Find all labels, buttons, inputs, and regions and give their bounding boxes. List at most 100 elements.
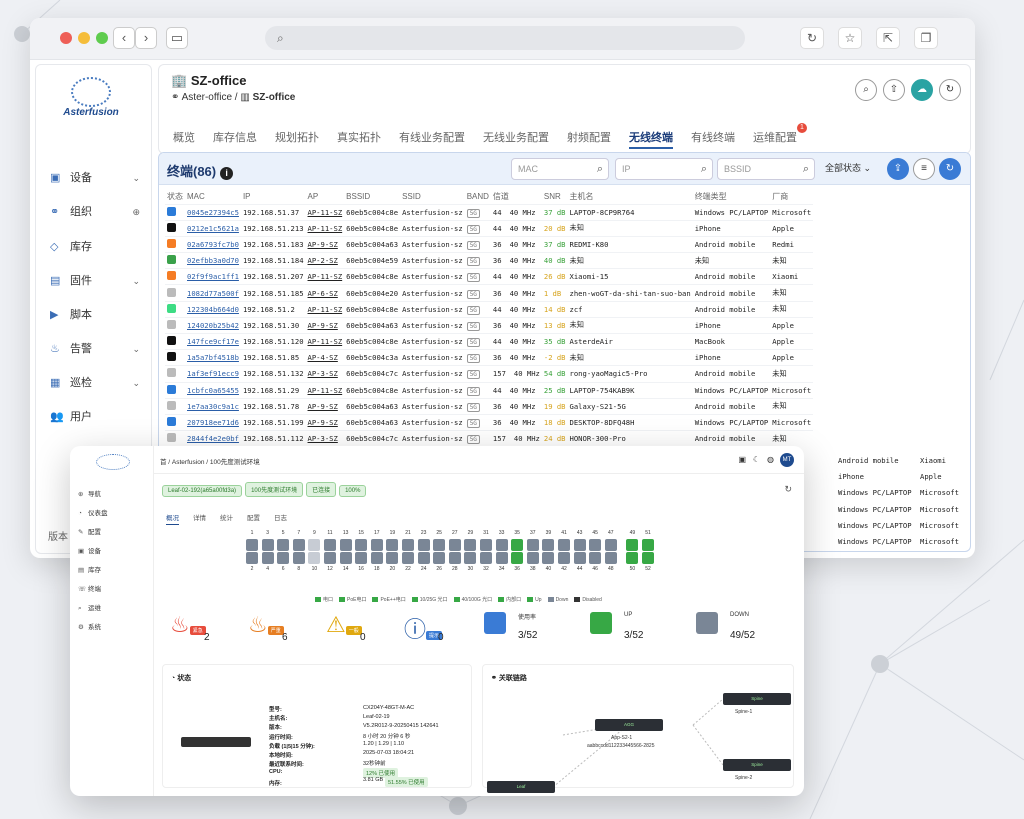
filter-icon[interactable]: ≡ [913, 158, 935, 180]
switch-sidebar-item[interactable]: ⌕ 运维 [78, 602, 101, 613]
table-row[interactable]: 1082d77a500f 192.168.51.185 AP-6-SZ 60eb5c0… [165, 284, 814, 302]
sidebar-item-devices[interactable]: ▣ 设备 ⌄ [50, 169, 140, 187]
switch-port[interactable] [604, 539, 617, 551]
column-header[interactable]: SSID [400, 189, 465, 204]
switch-port[interactable] [642, 539, 654, 551]
search-icon[interactable]: ⌕ [701, 159, 707, 179]
spine-node[interactable]: Spine [723, 759, 791, 771]
column-header[interactable]: 状态 [165, 189, 185, 204]
major-alarm-card[interactable]: ♨ 严重 6 [248, 612, 308, 654]
switch-port[interactable] [370, 552, 383, 564]
port-up-card[interactable]: UP 3/52 [590, 612, 680, 654]
tab-wireless-clients[interactable]: 无线终端 [629, 127, 673, 149]
sidebar-item-org[interactable]: ⚭ 组织 ⊕ [50, 203, 140, 221]
port-usage-card[interactable]: 使用率 3/52 [484, 612, 574, 654]
tab-logs[interactable]: 日志 [274, 515, 287, 522]
table-row[interactable]: 122304b664d0 192.168.51.2 AP-11-SZ 60eb5c00… [165, 300, 814, 318]
switch-port[interactable] [626, 552, 639, 564]
column-header[interactable]: 主机名 [568, 189, 693, 204]
mac-cell-value[interactable]: 0045e27394c5 [187, 208, 239, 217]
column-header[interactable]: 终端类型 [693, 189, 771, 204]
copy-icon[interactable]: ❐ [914, 27, 938, 49]
search-icon[interactable]: ⌕ [803, 159, 809, 179]
switch-port[interactable] [261, 552, 274, 564]
mac-cell-value[interactable]: 02f9f9ac1ff1 [187, 272, 239, 281]
switch-sidebar-item[interactable]: ◔ 仪表盘 [78, 507, 108, 517]
switch-port[interactable] [558, 539, 570, 551]
switch-port[interactable] [448, 539, 461, 551]
column-header[interactable]: BAND [465, 189, 491, 204]
switch-port[interactable] [308, 539, 321, 551]
minor-alarm-card[interactable]: ⚠ 一般 0 [326, 612, 386, 654]
address-bar[interactable]: ⌕ [265, 26, 745, 50]
switch-sidebar-item[interactable]: ▣ 设备 [78, 545, 101, 555]
table-row[interactable]: 02a6793fc7b0 192.168.51.183 AP-9-SZ 60eb5c0… [165, 235, 814, 253]
mac-cell-value[interactable]: 1e7aa30c9a1c [187, 402, 239, 411]
tab-ops-config[interactable]: 运维配置 1 [753, 123, 807, 149]
switch-port[interactable] [480, 552, 492, 564]
tab-stats[interactable]: 统计 [220, 515, 233, 522]
sidebar-icon[interactable]: ▭ [166, 27, 188, 49]
share-icon[interactable]: ⇱ [876, 27, 900, 49]
tab-wired-service[interactable]: 有线业务配置 [399, 127, 465, 149]
device-icon[interactable]: ▣ [738, 455, 746, 464]
switch-port[interactable] [558, 552, 570, 564]
table-row[interactable]: 147fce9cf17e 192.168.51.120 AP-11-SZ 60eb5c… [165, 332, 814, 350]
switch-port[interactable] [417, 539, 430, 551]
switch-port[interactable] [542, 552, 555, 564]
agg-node[interactable]: AGG [595, 719, 663, 731]
switch-port[interactable] [626, 539, 639, 551]
switch-port[interactable] [511, 552, 524, 564]
bssid-filter-input[interactable]: BSSID ⌕ [717, 158, 815, 180]
switch-port[interactable] [433, 552, 446, 564]
table-row[interactable]: 02efbb3a0d70 192.168.51.184 AP-2-SZ 60eb5c0… [165, 252, 814, 269]
switch-port[interactable] [339, 552, 352, 564]
ip-filter-input[interactable]: IP ⌕ [615, 158, 713, 180]
ap-cell-value[interactable]: AP-4-SZ [308, 353, 338, 362]
port-down-card[interactable]: DOWN 49/52 [696, 612, 786, 654]
switch-port[interactable] [308, 552, 321, 564]
switch-port[interactable] [589, 552, 602, 564]
ap-cell-value[interactable]: AP-9-SZ [308, 402, 338, 411]
switch-port[interactable] [495, 552, 508, 564]
table-row[interactable]: 2844f4e2e0bf 192.168.51.112 AP-3-SZ 60eb5c0… [165, 430, 814, 447]
mac-cell-value[interactable]: 1cbfc0a65455 [187, 386, 239, 395]
upload-icon[interactable]: ⇧ [883, 79, 905, 101]
mac-cell-value[interactable]: 1af3ef91ecc9 [187, 369, 239, 378]
column-header[interactable]: AP [306, 189, 345, 204]
switch-sidebar-item[interactable]: ✎ 配置 [78, 526, 101, 536]
switch-port[interactable] [448, 552, 461, 564]
switch-port[interactable] [589, 539, 602, 551]
tab-overview[interactable]: 概览 [173, 127, 195, 149]
table-row[interactable]: 0045e27394c5 192.168.51.37 AP-11-SZ 60eb5c0… [165, 203, 814, 221]
sidebar-item-inventory[interactable]: ◇ 库存 [50, 238, 140, 256]
ap-cell-value[interactable]: AP-2-SZ [308, 256, 338, 265]
refresh-icon[interactable]: ↻ [939, 79, 961, 101]
switch-port[interactable] [402, 552, 414, 564]
mac-cell-value[interactable]: 147fce9cf17e [187, 337, 239, 346]
switch-port[interactable] [324, 539, 336, 551]
mac-cell-value[interactable]: 0212e1c5621a [187, 224, 239, 233]
column-header[interactable]: MAC [185, 189, 241, 204]
ap-cell-value[interactable]: AP-11-SZ [308, 272, 343, 281]
table-row[interactable]: 124020b25b42 192.168.51.30 AP-9-SZ 60eb5c00… [165, 316, 814, 334]
avatar[interactable]: MT [780, 453, 794, 467]
add-icon[interactable]: ⊕ [132, 203, 140, 221]
switch-sidebar-item[interactable]: ▤ 库存 [78, 564, 101, 574]
tab-rf-config[interactable]: 射频配置 [567, 127, 611, 149]
switch-port[interactable] [277, 552, 290, 564]
mac-cell-value[interactable]: 1082d77a500f [187, 289, 239, 298]
switch-port[interactable] [542, 539, 555, 551]
globe-icon[interactable]: ◍ [767, 455, 774, 464]
table-row[interactable]: 1cbfc0a65455 192.168.51.29 AP-11-SZ 60eb5c0… [165, 381, 814, 399]
ap-cell-value[interactable]: AP-3-SZ [308, 369, 338, 378]
back-icon[interactable]: ‹ [113, 27, 135, 49]
switch-port[interactable] [573, 552, 586, 564]
export-icon[interactable]: ⇪ [887, 158, 909, 180]
sidebar-item-firmware[interactable]: ▤ 固件 ⌄ [50, 272, 140, 290]
table-row[interactable]: 207918ee71d6 192.168.51.199 AP-9-SZ 60eb5c0… [165, 413, 814, 431]
tab-overview[interactable]: 概况 [166, 515, 179, 525]
column-header[interactable]: 信道 [491, 189, 542, 204]
sidebar-item-scripts[interactable]: ▶ 脚本 [50, 306, 140, 324]
tab-config[interactable]: 配置 [247, 515, 260, 522]
